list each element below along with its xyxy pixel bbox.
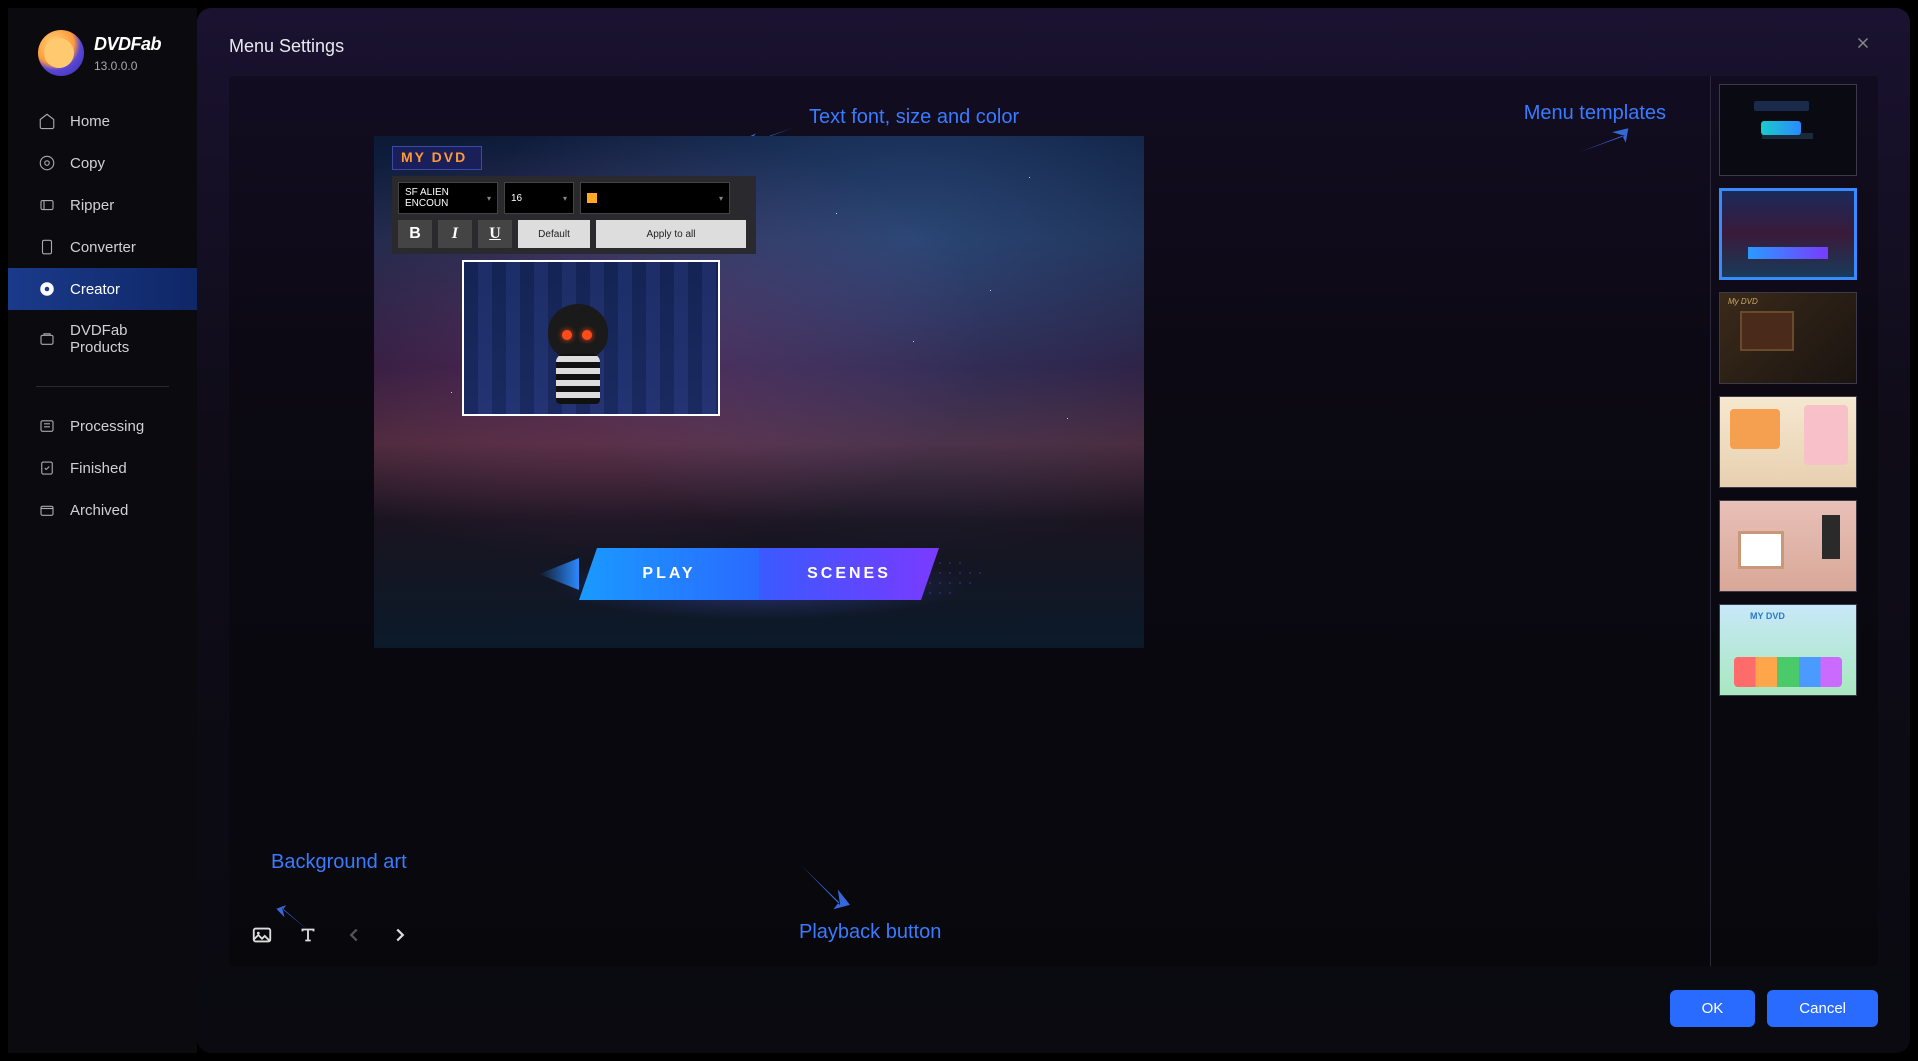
chevron-down-icon: ▾ (487, 194, 491, 203)
sidebar-item-label: Home (70, 113, 110, 130)
template-thumb[interactable] (1719, 188, 1857, 280)
copy-icon (38, 154, 56, 172)
default-button[interactable]: Default (518, 220, 590, 248)
app-version: 13.0.0.0 (94, 59, 161, 73)
editor-area: Text font, size and color Thumbnail Menu… (229, 76, 1878, 966)
template-thumb[interactable] (1719, 292, 1857, 384)
sidebar-item-copy[interactable]: Copy (8, 142, 197, 184)
close-button[interactable] (1854, 34, 1878, 58)
font-size-select[interactable]: 16 ▾ (504, 182, 574, 214)
annotation-background-art: Background art (271, 851, 407, 874)
chevron-left-icon (343, 924, 365, 946)
sidebar-item-label: Converter (70, 239, 136, 256)
template-thumb[interactable] (1719, 604, 1857, 696)
dvd-title-text: MY DVD (401, 149, 467, 165)
template-thumb[interactable] (1719, 84, 1857, 176)
finished-icon (38, 459, 56, 477)
scenes-button[interactable]: SCENES (759, 548, 939, 600)
sidebar-item-finished[interactable]: Finished (8, 447, 197, 489)
text-tool-button[interactable] (297, 924, 321, 948)
sidebar-item-home[interactable]: Home (8, 100, 197, 142)
underline-button[interactable]: U (478, 220, 512, 248)
prev-page-button[interactable] (343, 924, 367, 948)
font-family-value: SF ALIEN ENCOUN (405, 187, 487, 209)
image-icon (251, 924, 273, 946)
home-icon (38, 112, 56, 130)
sidebar-item-archived[interactable]: Archived (8, 489, 197, 531)
sidebar-item-label: Processing (70, 418, 144, 435)
dialog-buttons: OK Cancel (229, 990, 1878, 1027)
font-color-select[interactable]: ▾ (580, 182, 730, 214)
preview-column: Text font, size and color Thumbnail Menu… (229, 76, 1700, 966)
sidebar-item-products[interactable]: DVDFab Products (8, 310, 197, 368)
ripper-icon (38, 196, 56, 214)
sidebar-item-label: Creator (70, 281, 120, 298)
ok-button[interactable]: OK (1670, 990, 1756, 1027)
arrow-icon (784, 860, 861, 924)
dvd-title-box[interactable]: MY DVD (392, 146, 482, 170)
arrow-icon (1576, 114, 1664, 204)
converter-icon (38, 238, 56, 256)
sidebar-item-label: Archived (70, 502, 128, 519)
creator-icon (38, 280, 56, 298)
cancel-button[interactable]: Cancel (1767, 990, 1878, 1027)
annotation-menu-templates: Menu templates (1524, 102, 1666, 125)
sidebar-item-converter[interactable]: Converter (8, 226, 197, 268)
preview-stage: Text font, size and color Thumbnail Menu… (229, 76, 1700, 966)
sidebar-item-label: DVDFab Products (70, 322, 177, 356)
chevron-right-icon (389, 924, 411, 946)
panel-title: Menu Settings (229, 36, 344, 57)
sidebar-item-ripper[interactable]: Ripper (8, 184, 197, 226)
main-panel: Menu Settings Text font, size and color … (197, 8, 1910, 1053)
sidebar: DVDFab 13.0.0.0 Home Copy Ripper Convert… (8, 8, 197, 1053)
products-icon (38, 330, 56, 348)
chevron-down-icon: ▾ (719, 194, 723, 203)
text-icon (297, 924, 319, 946)
bottom-toolbar (251, 924, 413, 948)
sidebar-item-label: Finished (70, 460, 127, 477)
italic-button[interactable]: I (438, 220, 472, 248)
color-swatch-icon (587, 193, 597, 203)
video-thumbnail[interactable] (462, 260, 720, 416)
chevron-down-icon: ▾ (563, 194, 567, 203)
template-thumb[interactable] (1719, 396, 1857, 488)
sidebar-item-label: Ripper (70, 197, 114, 214)
sidebar-item-processing[interactable]: Processing (8, 405, 197, 447)
close-icon (1854, 34, 1872, 52)
dvd-menu-canvas[interactable]: MY DVD SF ALIEN ENCOUN▾ 16▾ (374, 136, 1144, 648)
play-button[interactable]: PLAY (579, 548, 759, 600)
annotation-playback-button: Playback button (799, 921, 941, 944)
archived-icon (38, 501, 56, 519)
apply-to-all-button[interactable]: Apply to all (596, 220, 746, 248)
bold-button[interactable]: B (398, 220, 432, 248)
background-image-button[interactable] (251, 924, 275, 948)
panel-header: Menu Settings (229, 34, 1878, 58)
template-thumb[interactable] (1719, 500, 1857, 592)
thumbnail-character (534, 304, 624, 404)
annotation-text-font: Text font, size and color (809, 106, 1019, 129)
next-page-button[interactable] (389, 924, 413, 948)
logo-area: DVDFab 13.0.0.0 (8, 30, 197, 100)
templates-column (1710, 76, 1878, 966)
playback-bar: PLAY SCENES (579, 548, 939, 600)
nav-secondary: Processing Finished Archived (8, 405, 197, 531)
app-logo-icon (38, 30, 84, 76)
app-brand: DVDFab (94, 34, 161, 55)
nav-primary: Home Copy Ripper Converter Creator DVDFa… (8, 100, 197, 368)
sidebar-item-label: Copy (70, 155, 105, 172)
processing-icon (38, 417, 56, 435)
text-toolbar: SF ALIEN ENCOUN▾ 16▾ ▾ B (392, 176, 756, 254)
font-family-select[interactable]: SF ALIEN ENCOUN▾ (398, 182, 498, 214)
sidebar-item-creator[interactable]: Creator (8, 268, 197, 310)
nav-divider (36, 386, 169, 387)
font-size-value: 16 (511, 193, 522, 204)
